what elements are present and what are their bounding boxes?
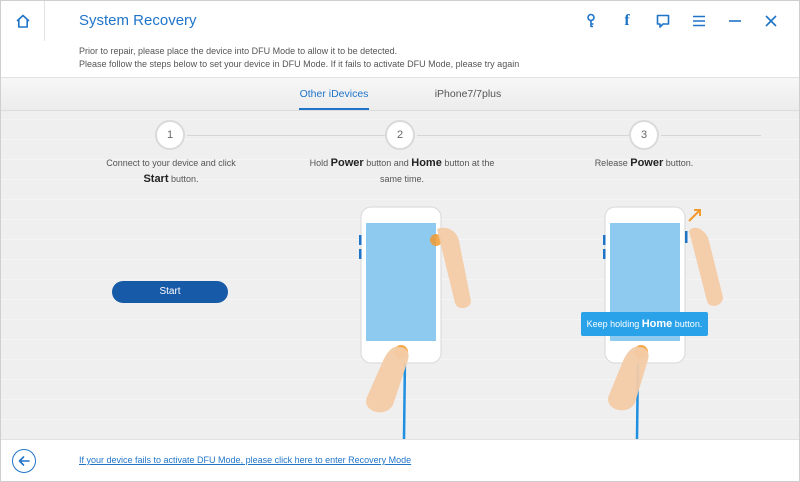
facebook-icon[interactable]: f (611, 5, 643, 37)
step-2-text: Hold Power button and Home button at the… (309, 157, 495, 184)
step-2-number: 2 (385, 120, 415, 150)
step-3-bold: Power (630, 157, 664, 169)
title-bar: System Recovery f (1, 1, 799, 41)
step-3-text: Release Power button. (594, 157, 694, 169)
step-1-number: 1 (155, 120, 185, 150)
step-connector (187, 135, 385, 136)
step-connector (417, 135, 629, 136)
key-icon[interactable] (575, 5, 607, 37)
step-connector (661, 135, 761, 136)
app-title: System Recovery (79, 12, 197, 29)
step-1-text: Connect to your device and click Start b… (106, 158, 236, 185)
recovery-mode-link[interactable]: If your device fails to activate DFU Mod… (79, 455, 411, 465)
instruction-line-1: Prior to repair, please place the device… (79, 46, 398, 56)
app-window: System Recovery f Prior to repair, pleas… (0, 0, 800, 482)
step-1-bold: Start (143, 173, 169, 185)
back-arrow-icon (18, 456, 30, 466)
dfu-steps-panel: 1 2 3 Connect to your device and click S… (1, 111, 799, 439)
feedback-icon[interactable] (647, 5, 679, 37)
tab-iphone7[interactable]: iPhone7/7plus (413, 78, 523, 112)
step-3-number: 3 (629, 120, 659, 150)
step-2-bold-power: Power (330, 157, 364, 169)
start-button[interactable]: Start (112, 281, 228, 303)
instruction-line-2: Please follow the steps below to set you… (79, 59, 520, 69)
minimize-icon[interactable] (719, 5, 751, 37)
home-button[interactable] (1, 1, 45, 41)
footer-bar: If your device fails to activate DFU Mod… (1, 439, 799, 481)
hold-buttons-illustration (359, 206, 471, 439)
back-button[interactable] (12, 449, 36, 473)
step-2-bold-home: Home (411, 157, 442, 169)
home-icon (15, 14, 30, 28)
window-controls: f (571, 1, 787, 41)
close-icon[interactable] (755, 5, 787, 37)
dfu-instructions: Prior to repair, please place the device… (79, 45, 519, 71)
device-tabs: Other iDevices iPhone7/7plus (1, 77, 799, 111)
tab-other-idevices[interactable]: Other iDevices (279, 78, 389, 112)
tooltip-bold: Home (641, 318, 673, 330)
keep-holding-tooltip: Keep holding Home button. (581, 312, 708, 336)
menu-icon[interactable] (683, 5, 715, 37)
